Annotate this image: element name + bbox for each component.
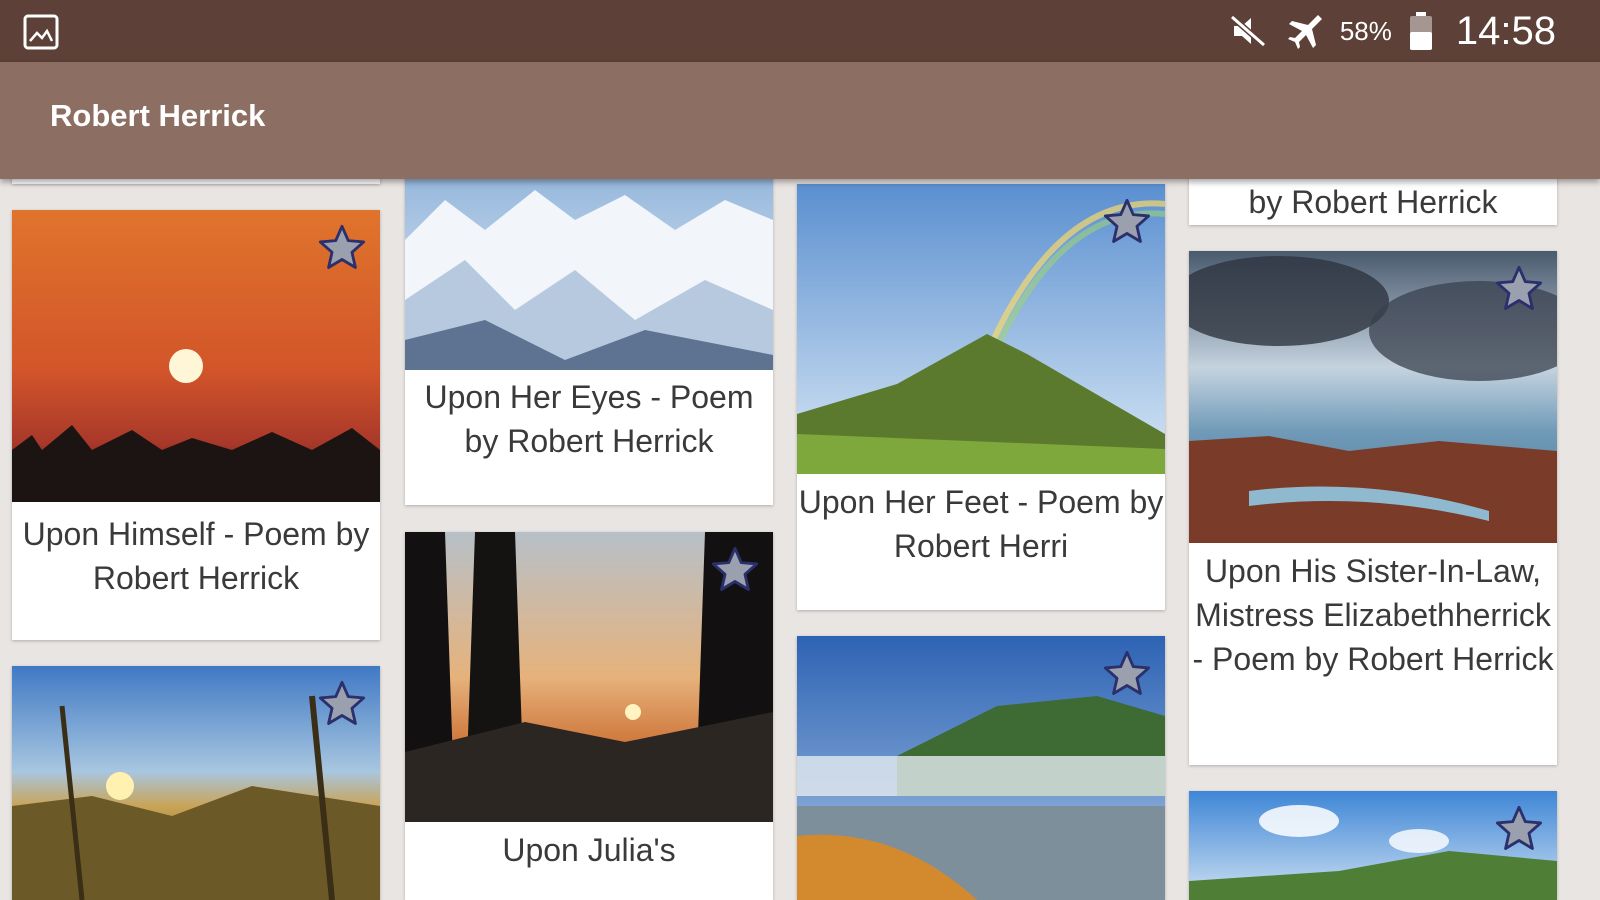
favorite-star-icon[interactable] (1101, 196, 1153, 248)
poem-card[interactable]: Upon Julia's (405, 532, 773, 900)
poem-title: Upon Julia's (502, 832, 676, 868)
page-title: Robert Herrick (50, 98, 266, 133)
poem-card[interactable]: Upon His Sister-In-Law, Mistress Elizabe… (1189, 251, 1557, 765)
poem-card[interactable] (1189, 791, 1557, 900)
favorite-star-icon[interactable] (1493, 803, 1545, 855)
favorite-star-icon[interactable] (1101, 648, 1153, 700)
app-bar: Robert Herrick (0, 62, 1600, 179)
poem-card[interactable]: Upon Himself - Poem by Robert Herrick (12, 210, 380, 640)
poem-title: Upon Her Eyes - Poem by Robert Herrick (424, 379, 754, 459)
poem-card[interactable] (12, 666, 380, 900)
poem-title: Upon Himself - Poem by Robert Herrick (22, 516, 370, 596)
poem-card[interactable] (797, 636, 1165, 900)
favorite-star-icon[interactable] (709, 544, 761, 596)
favorite-star-icon[interactable] (316, 678, 368, 730)
poem-title: by Robert Herrick (1248, 184, 1498, 220)
poem-card[interactable]: Upon Her Eyes - Poem by Robert Herrick (405, 160, 773, 505)
favorite-star-icon[interactable] (316, 222, 368, 274)
favorite-star-icon[interactable] (1493, 263, 1545, 315)
poem-card[interactable]: Upon Her Feet - Poem by Robert Herri (797, 184, 1165, 610)
poem-title: Upon His Sister-In-Law, Mistress Elizabe… (1192, 553, 1554, 677)
poem-image (405, 160, 773, 370)
poem-title: Upon Her Feet - Poem by Robert Herri (798, 484, 1164, 564)
